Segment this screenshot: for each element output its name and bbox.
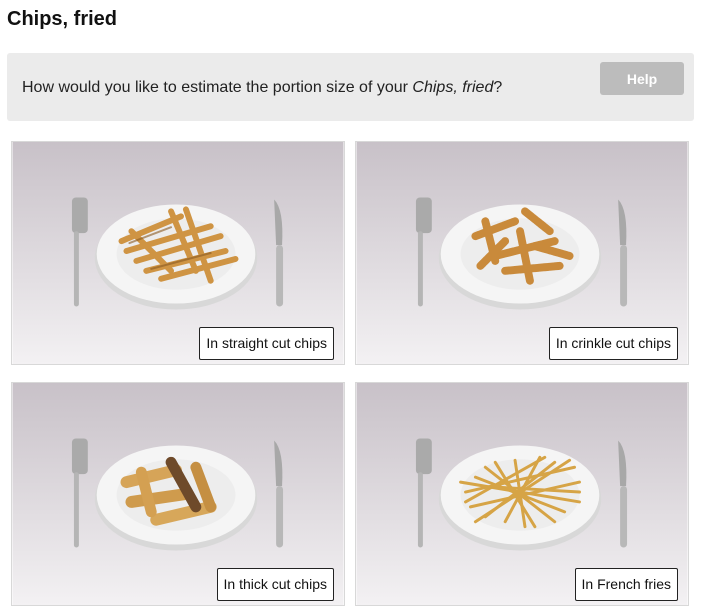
page-title: Chips, fried — [7, 8, 118, 30]
option-thick-cut-chips[interactable]: In thick cut chips — [11, 382, 345, 606]
question-panel: How would you like to estimate the porti… — [7, 53, 694, 121]
option-label[interactable]: In French fries — [574, 568, 678, 601]
option-crinkle-cut-chips[interactable]: In crinkle cut chips — [355, 141, 689, 365]
option-label[interactable]: In thick cut chips — [216, 568, 334, 601]
question-text: How would you like to estimate the porti… — [22, 79, 502, 97]
question-food-name: Chips, fried — [412, 79, 494, 96]
question-prefix: How would you like to estimate the porti… — [22, 79, 413, 96]
option-straight-cut-chips[interactable]: In straight cut chips — [11, 141, 345, 365]
option-french-fries[interactable]: In French fries — [355, 382, 689, 606]
option-label[interactable]: In straight cut chips — [199, 327, 334, 360]
question-suffix: ? — [493, 79, 503, 96]
help-button[interactable]: Help — [600, 62, 684, 95]
option-label[interactable]: In crinkle cut chips — [548, 327, 678, 360]
